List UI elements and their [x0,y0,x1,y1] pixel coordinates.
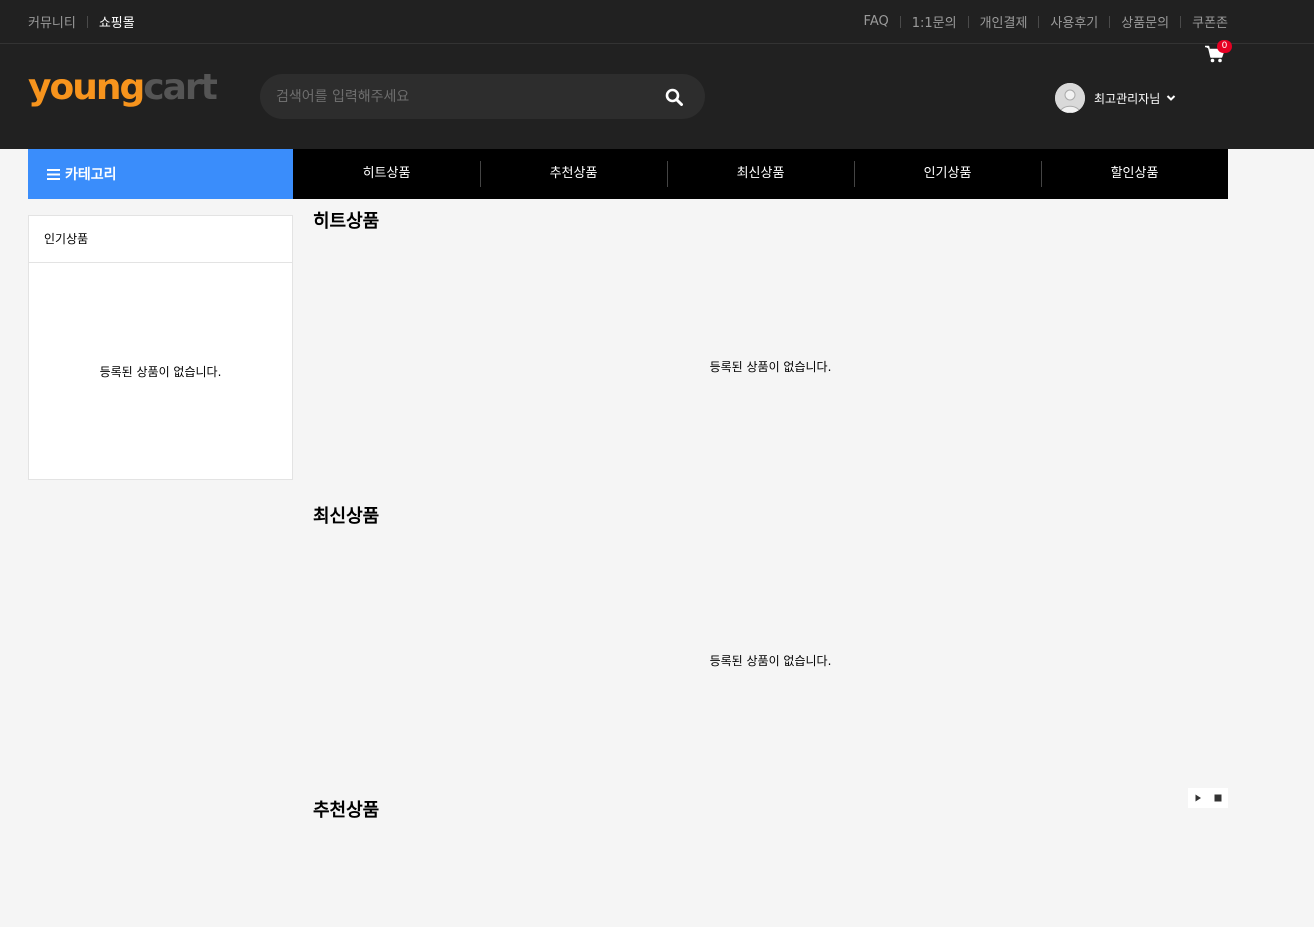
logo-young: young [28,67,145,108]
logo-cart: cart [143,67,218,108]
header: youngcart 최고관리자님 [0,44,1314,149]
sidebar-empty-message: 등록된 상품이 없습니다. [99,365,222,379]
slider-controls [1188,788,1228,808]
user-icon [1055,83,1085,113]
section-title-hit: 히트상품 [313,211,380,232]
category-menu-button[interactable]: 카테고리 [28,149,293,199]
main-nav: 히트상품 추천상품 최신상품 인기상품 할인상품 [293,149,1228,199]
section-title-new: 최신상품 [313,506,380,527]
divider [967,15,969,28]
top-bar: 커뮤니티 쇼핑몰 FAQ 1:1문의 개인결제 사용후기 상품문의 쿠폰존 [0,0,1314,44]
divider [1038,15,1040,28]
topbar-link-personal-payment[interactable]: 개인결제 [980,12,1028,31]
topbar-link-shop[interactable]: 쇼핑몰 [99,12,135,31]
topbar-link-faq[interactable]: FAQ [864,14,889,29]
section-empty-new: 등록된 상품이 없습니다. [709,654,832,668]
nav-item-new[interactable]: 최신상품 [667,149,854,199]
hamburger-icon [47,168,60,180]
section-empty-hit: 등록된 상품이 없습니다. [709,360,832,374]
avatar [1055,83,1085,113]
chevron-down-icon [1167,95,1176,101]
divider [1180,15,1182,28]
popular-products-box: 인기상품 등록된 상품이 없습니다. [28,215,293,480]
nav-item-sale[interactable]: 할인상품 [1041,149,1228,199]
nav-item-popular[interactable]: 인기상품 [854,149,1041,199]
topbar-link-reviews[interactable]: 사용후기 [1050,12,1098,31]
search-bar [260,74,705,119]
nav-item-hit[interactable]: 히트상품 [293,149,480,199]
search-icon[interactable] [665,88,683,106]
search-input[interactable] [276,74,656,119]
topbar-link-product-qa[interactable]: 상품문의 [1121,12,1169,31]
sidebar-title: 인기상품 [29,216,292,263]
stop-icon [1214,794,1222,802]
topbar-link-inquiry[interactable]: 1:1문의 [912,12,957,31]
username: 최고관리자님 [1094,91,1161,106]
nav-item-recommended[interactable]: 추천상품 [480,149,667,199]
user-menu[interactable]: 최고관리자님 [1055,83,1176,113]
topbar-link-community[interactable]: 커뮤니티 [28,12,76,31]
divider [86,15,88,28]
divider [899,15,901,28]
divider [1109,15,1111,28]
cart-count-badge: 0 [1217,40,1232,53]
play-button[interactable] [1192,792,1204,804]
stop-button[interactable] [1212,792,1224,804]
logo[interactable]: youngcart [28,67,218,108]
topbar-link-coupon-zone[interactable]: 쿠폰존 [1192,12,1228,31]
site-switcher: 커뮤니티 쇼핑몰 [28,12,135,31]
play-icon [1195,794,1201,802]
category-label: 카테고리 [65,167,117,183]
utility-links: FAQ 1:1문의 개인결제 사용후기 상품문의 쿠폰존 [864,12,1228,31]
section-title-recommended: 추천상품 [313,800,380,821]
